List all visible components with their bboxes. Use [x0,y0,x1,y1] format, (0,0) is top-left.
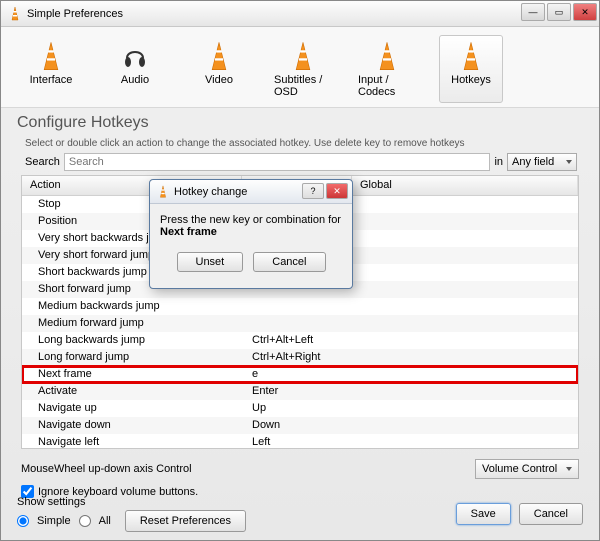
cone-icon [375,40,399,72]
page-heading: Configure Hotkeys [1,108,599,132]
table-row[interactable]: ActivateEnter [22,383,578,400]
cell-hotkey [242,298,352,315]
table-row[interactable]: Navigate leftLeft [22,434,578,449]
tab-input-codecs[interactable]: Input / Codecs [355,35,419,103]
app-icon [7,6,23,22]
app-icon [156,185,170,199]
headphones-icon [123,40,147,72]
save-button[interactable]: Save [456,503,511,525]
table-row[interactable]: Next framee [22,366,578,383]
cell-action: Long forward jump [22,349,242,366]
mousewheel-label: MouseWheel up-down axis Control [21,463,192,475]
cancel-button[interactable]: Cancel [519,503,583,525]
dialog-help-button[interactable]: ? [302,183,324,199]
tab-label: Input / Codecs [358,74,416,98]
cell-hotkey: Ctrl+Alt+Left [242,332,352,349]
show-settings-label: Show settings [17,496,246,508]
close-button[interactable]: ✕ [573,3,597,21]
cell-global [352,230,578,247]
category-tabs: Interface Audio Video Subtitles / OSD In… [1,27,599,108]
mousewheel-select[interactable]: Volume Control [475,459,579,479]
titlebar[interactable]: Simple Preferences — ▭ ✕ [1,1,599,27]
cell-global [352,417,578,434]
dialog-title: Hotkey change [174,186,247,198]
cell-global [352,213,578,230]
table-row[interactable]: Navigate upUp [22,400,578,417]
cell-action: Medium forward jump [22,315,242,332]
cone-icon [39,40,63,72]
hotkey-change-dialog: Hotkey change ? ✕ Press the new key or c… [149,179,353,289]
cell-hotkey: Up [242,400,352,417]
cone-icon [459,40,483,72]
search-input[interactable] [64,153,491,171]
preferences-window: Simple Preferences — ▭ ✕ Interface Audio… [0,0,600,541]
cell-hotkey [242,315,352,332]
cell-global [352,247,578,264]
tab-label: Subtitles / OSD [274,74,332,98]
cell-action: Navigate up [22,400,242,417]
maximize-button[interactable]: ▭ [547,3,571,21]
dialog-message-subject: Next frame [160,226,217,238]
tab-label: Interface [30,74,73,86]
radio-simple[interactable] [17,515,29,527]
cell-hotkey: Enter [242,383,352,400]
cell-global [352,434,578,449]
cell-global [352,332,578,349]
cell-global [352,366,578,383]
window-title: Simple Preferences [27,8,123,20]
cell-hotkey: e [242,366,352,383]
radio-all[interactable] [79,515,91,527]
table-row[interactable]: Navigate downDown [22,417,578,434]
cell-action: Activate [22,383,242,400]
cell-global [352,400,578,417]
tab-subtitles[interactable]: Subtitles / OSD [271,35,335,103]
cone-icon [291,40,315,72]
chevron-down-icon [566,467,572,471]
cell-action: Long backwards jump [22,332,242,349]
cell-global [352,281,578,298]
table-row[interactable]: Long forward jumpCtrl+Alt+Right [22,349,578,366]
hint-text: Select or double click an action to chan… [1,132,599,153]
dialog-message-prefix: Press the new key or combination for [160,214,341,226]
cell-global [352,383,578,400]
cell-global [352,196,578,213]
cell-action: Navigate left [22,434,242,449]
chevron-down-icon [566,160,572,164]
unset-button[interactable]: Unset [177,252,244,272]
col-global[interactable]: Global [352,176,578,195]
cell-global [352,349,578,366]
cell-global [352,298,578,315]
reset-preferences-button[interactable]: Reset Preferences [125,510,246,532]
cell-global [352,264,578,281]
dialog-cancel-button[interactable]: Cancel [253,252,325,272]
table-row[interactable]: Medium forward jump [22,315,578,332]
cell-action: Medium backwards jump [22,298,242,315]
minimize-button[interactable]: — [521,3,545,21]
cell-action: Navigate down [22,417,242,434]
search-label: Search [25,156,60,168]
tab-audio[interactable]: Audio [103,35,167,103]
dialog-close-button[interactable]: ✕ [326,183,348,199]
cell-global [352,315,578,332]
dialog-titlebar[interactable]: Hotkey change ? ✕ [150,180,352,204]
tab-label: Video [205,74,233,86]
table-row[interactable]: Long backwards jumpCtrl+Alt+Left [22,332,578,349]
tab-label: Audio [121,74,149,86]
tab-label: Hotkeys [451,74,491,86]
cell-hotkey: Down [242,417,352,434]
cell-action: Next frame [22,366,242,383]
tab-video[interactable]: Video [187,35,251,103]
table-row[interactable]: Medium backwards jump [22,298,578,315]
cone-icon [207,40,231,72]
in-label: in [494,156,503,168]
cell-hotkey: Left [242,434,352,449]
cell-hotkey: Ctrl+Alt+Right [242,349,352,366]
tab-hotkeys[interactable]: Hotkeys [439,35,503,103]
tab-interface[interactable]: Interface [19,35,83,103]
search-field-select[interactable]: Any field [507,153,577,171]
